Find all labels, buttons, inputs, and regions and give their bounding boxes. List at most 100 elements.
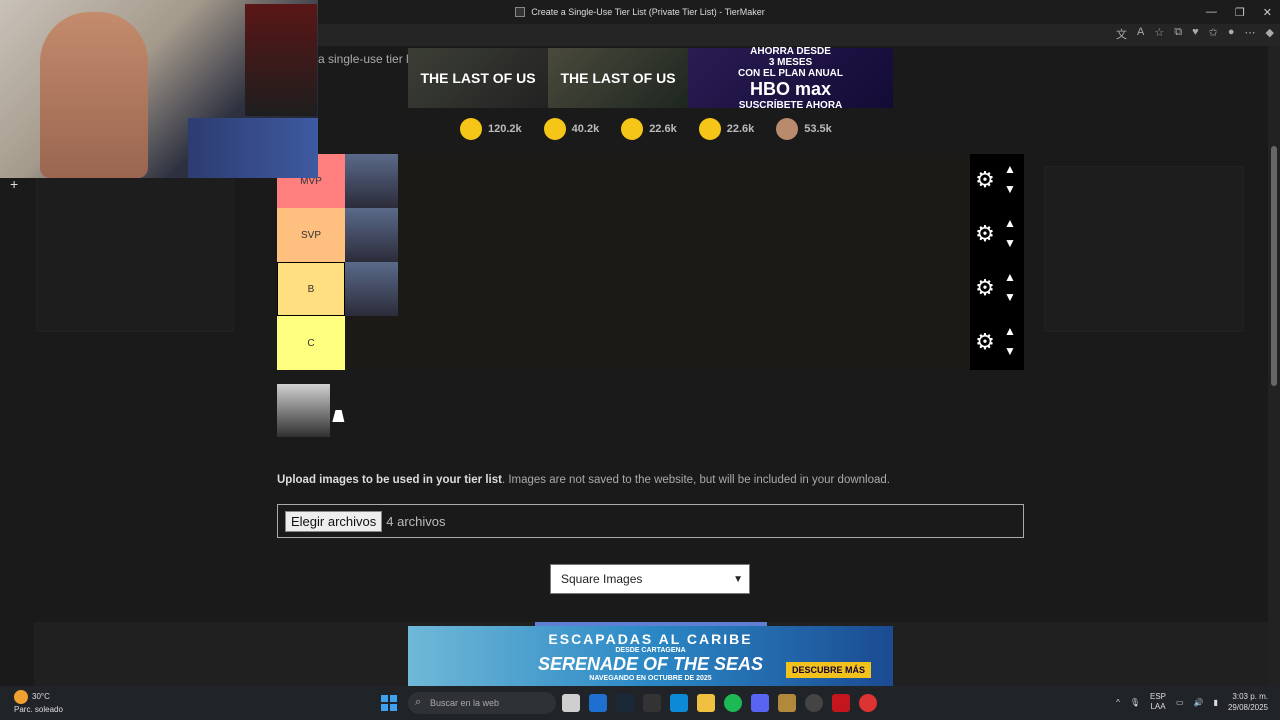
upload-instructions: Upload images to be used in your tier li… (277, 474, 890, 486)
file-count: 4 archivos (386, 513, 446, 529)
pool-item-image[interactable] (277, 384, 330, 437)
tier-row-svp: SVP ⚙ ▲ ▼ (277, 208, 1024, 262)
streamer-person (40, 12, 148, 178)
ad-line-3: CON EL PLAN ANUAL (738, 67, 843, 79)
tier-item-image[interactable] (345, 208, 398, 262)
tier-items (345, 154, 970, 208)
tier-item-image[interactable] (345, 262, 398, 316)
minimize-button[interactable]: — (1206, 6, 1217, 18)
weather-desc: Parc. soleado (14, 705, 63, 714)
chevron-up-icon[interactable]: ▲ (1002, 270, 1018, 284)
ad-panel-3: AHORRA DESDE 3 MESES CON EL PLAN ANUAL H… (688, 46, 893, 111)
reactions-bar: 120.2k 40.2k 22.6k 22.6k 53.5k (460, 118, 832, 140)
right-side-ad (1044, 166, 1244, 332)
toolbar-icons: 文 A ☆ ⧉ ♥ ✩ ● ⋯ ◆ (1116, 26, 1274, 42)
spotify-icon[interactable] (724, 694, 742, 712)
app-icon[interactable] (832, 694, 850, 712)
windows-start-icon[interactable] (381, 695, 397, 711)
epic-games-icon[interactable] (643, 694, 661, 712)
network-icon[interactable]: ▭ (1176, 698, 1184, 707)
tier-controls: ⚙ ▲ ▼ (970, 316, 1024, 370)
choose-files-button[interactable]: Elegir archivos (285, 510, 383, 532)
scrollbar-thumb[interactable] (1271, 146, 1277, 386)
app-icon[interactable] (859, 694, 877, 712)
reaction-raised-hands[interactable]: 22.6k (698, 118, 754, 140)
chevron-down-icon[interactable]: ▼ (1002, 236, 1018, 250)
task-view-icon[interactable] (562, 694, 580, 712)
file-upload-field[interactable]: Elegir archivos 4 archivos (277, 504, 1024, 538)
ad-bottom-line-1: ESCAPADAS AL CARIBE (548, 630, 753, 647)
read-aloud-icon[interactable]: A (1137, 26, 1144, 42)
menu-icon[interactable]: ⋯ (1245, 26, 1256, 42)
chevron-down-icon[interactable]: ▼ (1002, 182, 1018, 196)
weather-widget[interactable]: 30°C Parc. soleado (14, 690, 63, 715)
poop-emoji-icon (776, 118, 799, 140)
ad-cta[interactable]: SUSCRÍBETE AHORA (739, 100, 843, 111)
chevron-down-icon[interactable]: ▼ (1002, 290, 1018, 304)
maximize-button[interactable]: ❐ (1235, 6, 1245, 19)
reaction-rolling-eyes[interactable]: 22.6k (621, 118, 677, 140)
extensions-icon[interactable]: ⧉ (1174, 26, 1182, 42)
chevron-up-icon[interactable]: ^ (1116, 698, 1120, 707)
image-pool (277, 384, 330, 437)
weather-temp: 30°C (32, 692, 50, 702)
windows-taskbar: 30°C Parc. soleado ⌕ Buscar en la web ^ … (0, 686, 1280, 720)
bottom-banner-ad[interactable]: ESCAPADAS AL CARIBE DESDE CARTAGENA SERE… (408, 626, 893, 686)
reaction-grinning[interactable]: 120.2k (460, 118, 522, 140)
close-button[interactable]: ✕ (1263, 6, 1272, 19)
clock-date: 29/08/2025 (1227, 703, 1268, 712)
discord-icon[interactable] (751, 694, 769, 712)
left-side-ad (36, 166, 234, 332)
tier-label[interactable]: SVP (277, 208, 345, 262)
system-tray: ^ 🎙 ESP LAA ▭ 🔊 ▮ 3:03 p. m. 29/08/2025 (1116, 691, 1268, 713)
file-explorer-icon[interactable] (697, 694, 715, 712)
ad-panel-2: THE LAST OF US (548, 48, 688, 108)
battery-icon[interactable]: ▮ (1214, 698, 1218, 707)
reaction-heart-eyes[interactable]: 40.2k (543, 118, 599, 140)
intro-text: a single-use tier lis (318, 52, 418, 66)
heart-eyes-emoji-icon (543, 118, 566, 140)
top-banner-ad[interactable]: THE LAST OF US THE LAST OF US AHORRA DES… (408, 46, 893, 111)
tier-items (345, 262, 970, 316)
language-indicator[interactable]: ESP LAA (1150, 692, 1166, 712)
clock[interactable]: 3:03 p. m. 29/08/2025 (1228, 691, 1268, 713)
ad-bottom-line-3: SERENADE OF THE SEAS (537, 653, 764, 674)
gear-icon[interactable]: ⚙ (974, 277, 996, 299)
ad-bottom-line-4: NAVEGANDO EN OCTUBRE DE 2025 (589, 674, 712, 682)
copilot-icon[interactable]: ◆ (1266, 26, 1274, 42)
tier-row-c: C ⚙ ▲ ▼ (277, 316, 1024, 370)
app-icon[interactable] (805, 694, 823, 712)
favorites-icon[interactable]: ✩ (1209, 26, 1218, 42)
app-icon[interactable] (778, 694, 796, 712)
profile-icon[interactable]: ● (1228, 26, 1235, 42)
translate-icon[interactable]: 文 (1116, 26, 1127, 42)
performance-icon[interactable]: ♥ (1192, 26, 1199, 42)
tiermaker-favicon-icon (515, 7, 526, 17)
chevron-down-icon: ▼ (733, 573, 743, 585)
chevron-up-icon[interactable]: ▲ (1002, 162, 1018, 176)
chevron-down-icon[interactable]: ▼ (1002, 344, 1018, 358)
webcam-overlay (0, 0, 318, 178)
tier-label[interactable]: B (277, 262, 345, 316)
tier-item-image[interactable] (345, 154, 398, 208)
chevron-up-icon[interactable]: ▲ (1002, 216, 1018, 230)
app-icon[interactable] (589, 694, 607, 712)
favorite-icon[interactable]: ☆ (1154, 26, 1164, 42)
ad-bottom-cta[interactable]: DESCUBRE MÁS (785, 662, 871, 678)
image-shape-select[interactable]: Square Images ▼ (550, 564, 750, 594)
edge-icon[interactable] (670, 694, 688, 712)
microphone-icon[interactable]: 🎙 (1130, 698, 1140, 707)
steam-icon[interactable] (616, 694, 634, 712)
ad-bottom-line-2: DESDE CARTAGENA (615, 646, 686, 654)
page-scrollbar[interactable] (1268, 46, 1280, 686)
tier-label[interactable]: C (277, 316, 345, 370)
chevron-up-icon[interactable]: ▲ (1002, 324, 1018, 338)
reaction-poop[interactable]: 53.5k (776, 118, 832, 140)
taskbar-search[interactable]: ⌕ Buscar en la web (408, 692, 556, 714)
volume-icon[interactable]: 🔊 (1194, 698, 1204, 707)
clock-time: 3:03 p. m. (1232, 692, 1268, 701)
gear-icon[interactable]: ⚙ (974, 331, 996, 353)
gear-icon[interactable]: ⚙ (974, 169, 996, 191)
gear-icon[interactable]: ⚙ (974, 223, 996, 245)
taskbar-apps (562, 694, 877, 712)
